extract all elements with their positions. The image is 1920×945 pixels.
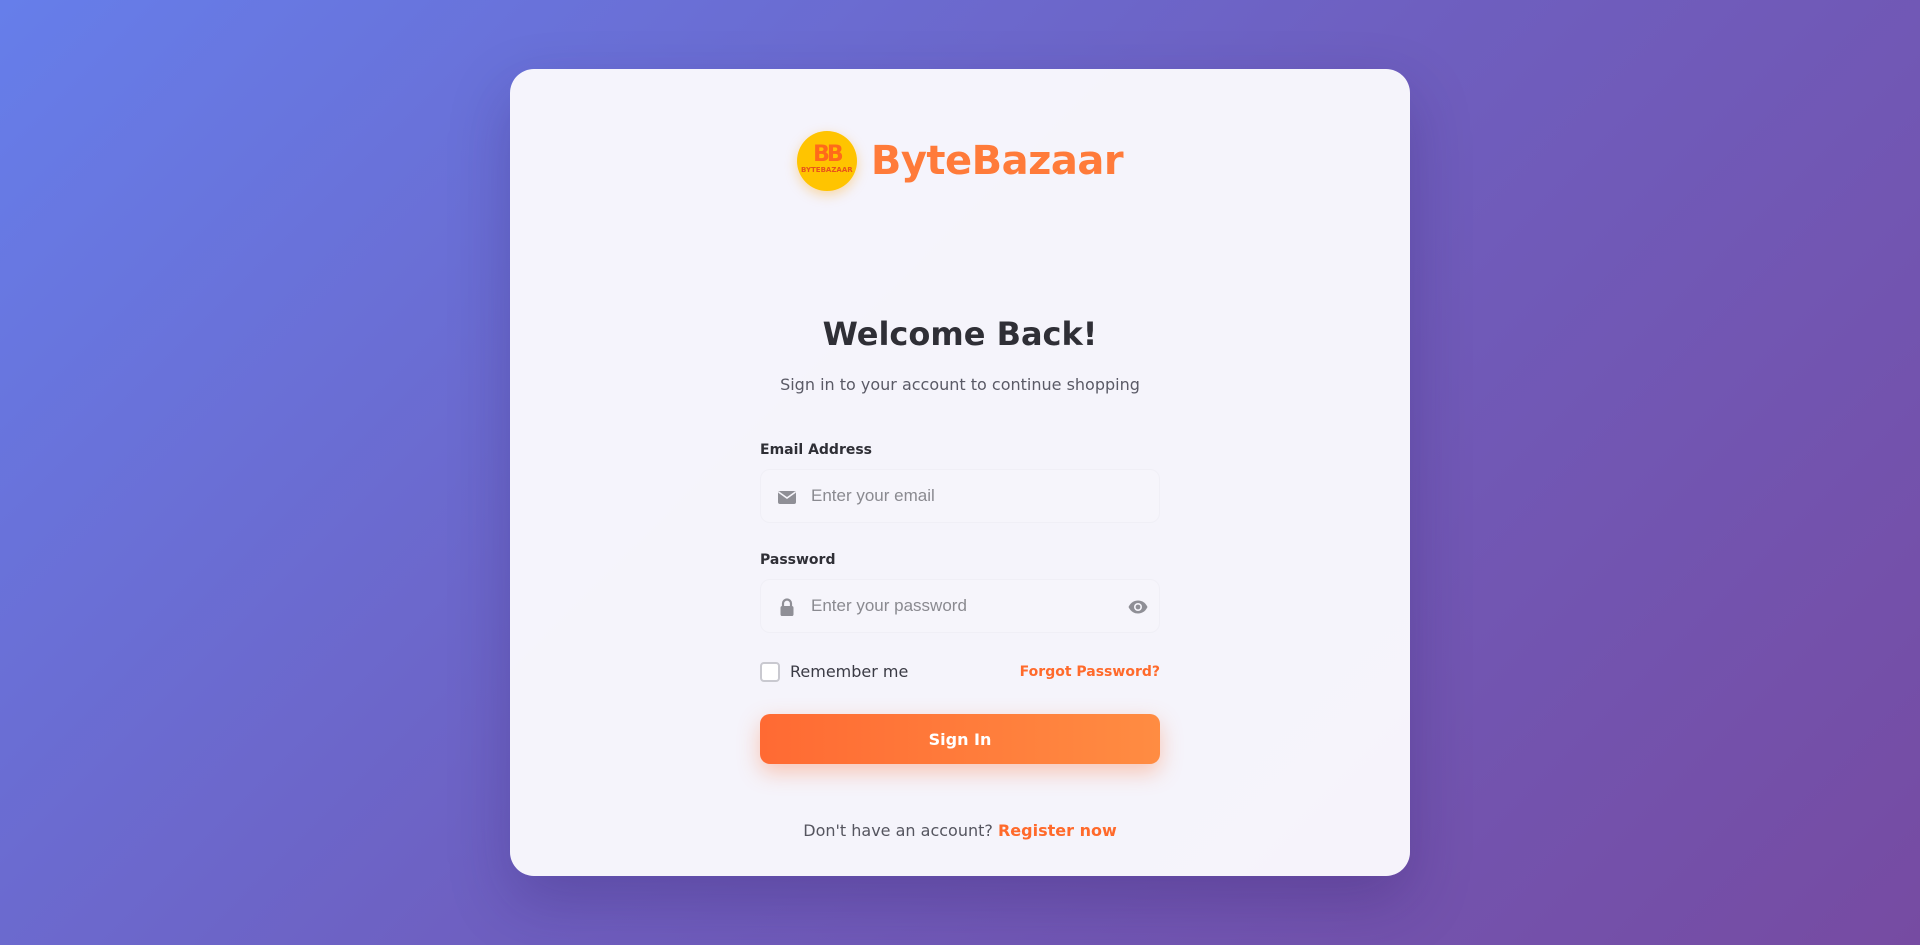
email-label: Email Address: [760, 442, 873, 458]
email-input[interactable]: [811, 470, 1111, 522]
remember-me-checkbox[interactable]: [760, 662, 780, 682]
eye-icon[interactable]: [1127, 597, 1149, 617]
logo-mark: BB: [813, 142, 843, 167]
page-title: Welcome Back!: [822, 315, 1098, 353]
remember-me-label[interactable]: Remember me: [790, 662, 908, 681]
sign-in-button[interactable]: Sign In: [760, 714, 1160, 764]
brand-header: BB BYTEBAZAAR ByteBazaar: [760, 131, 1160, 191]
forgot-password-link[interactable]: Forgot Password?: [1020, 664, 1160, 680]
lock-icon: [777, 597, 797, 617]
email-field-wrapper: [760, 469, 1160, 523]
password-field-wrapper: [760, 579, 1160, 633]
brand-logo: BB BYTEBAZAAR: [796, 131, 857, 191]
login-card: BB BYTEBAZAAR ByteBazaar Welcome Back! S…: [510, 69, 1410, 876]
register-link[interactable]: Register now: [998, 821, 1117, 840]
logo-subtext: BYTEBAZAAR: [801, 166, 853, 174]
register-prompt: Don't have an account? Register now: [760, 821, 1160, 840]
brand-name: ByteBazaar: [870, 138, 1124, 184]
password-input[interactable]: [811, 580, 1111, 632]
page-subtitle: Sign in to your account to continue shop…: [780, 375, 1140, 394]
form-options-row: Remember me Forgot Password?: [760, 661, 1160, 683]
password-label: Password: [760, 552, 836, 568]
register-prompt-text: Don't have an account?: [803, 821, 993, 840]
envelope-icon: [777, 487, 797, 507]
